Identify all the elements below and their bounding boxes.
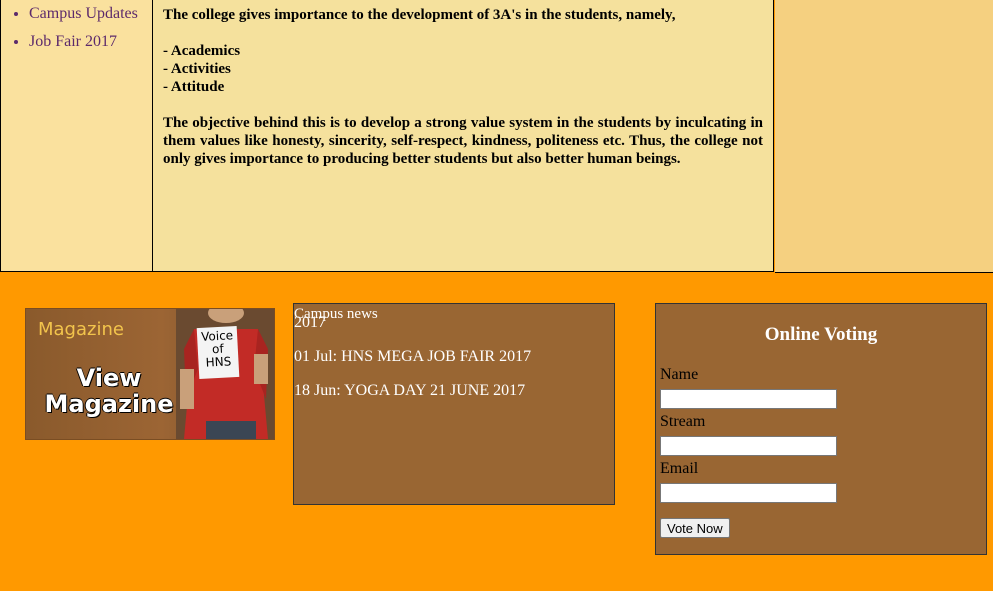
- content-objective: The objective behind this is to develop …: [163, 115, 763, 167]
- name-input[interactable]: [660, 389, 837, 409]
- stream-input[interactable]: [660, 436, 837, 456]
- content-list-item: - Academics: [163, 43, 241, 59]
- email-input[interactable]: [660, 483, 837, 503]
- voting-title: Online Voting: [764, 324, 878, 345]
- voice-of-hns-tag: Voice of HNS: [196, 325, 240, 380]
- sidebar-link-job-fair[interactable]: Job Fair 2017: [29, 33, 117, 50]
- campus-news-title: Campus news: [294, 306, 378, 322]
- sidebar-link-campus-updates[interactable]: Campus Updates: [29, 5, 138, 22]
- sidebar-item-campus-updates[interactable]: Campus Updates: [29, 5, 152, 28]
- vote-now-button[interactable]: Vote Now: [660, 518, 730, 538]
- view-magazine-banner[interactable]: Magazine View Magazine Voice of HNS: [25, 308, 275, 440]
- news-marquee: 2017 01 Jul: HNS MEGA JOB FAIR 2017 18 J…: [294, 314, 614, 416]
- magazine-label: Magazine: [38, 319, 124, 340]
- main-content: The college gives importance to the deve…: [152, 0, 774, 272]
- right-column: [775, 0, 993, 273]
- view-magazine-text: View Magazine: [34, 365, 184, 417]
- campus-news-panel: Campus news 2017 01 Jul: HNS MEGA JOB FA…: [293, 303, 615, 505]
- sidebar-list: Campus Updates Job Fair 2017: [1, 5, 152, 56]
- news-item[interactable]: 18 Jun: YOGA DAY 21 JUNE 2017: [294, 382, 614, 400]
- content-intro: The college gives importance to the deve…: [163, 7, 676, 23]
- tag-line: HNS: [205, 354, 232, 370]
- news-item[interactable]: 01 Jul: HNS MEGA JOB FAIR 2017: [294, 348, 614, 366]
- content-list-item: - Activities: [163, 61, 231, 77]
- stream-label: Stream: [660, 413, 706, 430]
- sidebar-item-job-fair[interactable]: Job Fair 2017: [29, 33, 152, 56]
- top-section: Campus Updates Job Fair 2017 The college…: [0, 0, 993, 273]
- content-list-item: - Attitude: [163, 79, 225, 95]
- sidebar: Campus Updates Job Fair 2017: [0, 0, 153, 272]
- magazine-text: Magazine: [44, 390, 174, 418]
- view-text: View: [76, 364, 142, 392]
- email-label: Email: [660, 460, 699, 477]
- name-label: Name: [660, 366, 699, 383]
- content-text: The college gives importance to the deve…: [153, 0, 773, 168]
- online-voting-panel: Online Voting Name Stream Email Vote Now: [655, 303, 987, 555]
